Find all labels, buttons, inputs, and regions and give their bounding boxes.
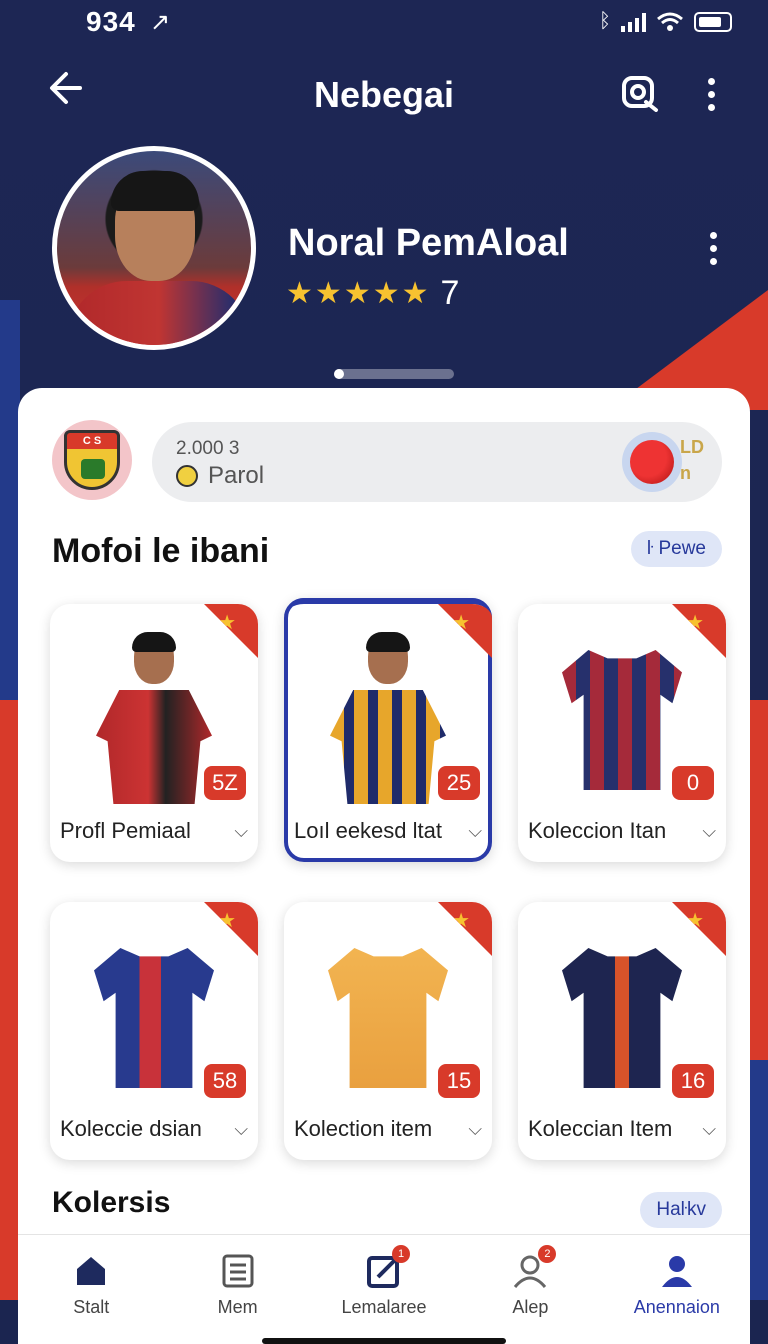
collection-item[interactable]: 15 Kolection item ⌵ <box>284 902 492 1160</box>
battery-icon <box>694 11 732 32</box>
chevron-down-icon[interactable]: ⌵ <box>702 1119 716 1140</box>
nav-item-alep[interactable]: 2 Alep <box>457 1235 603 1344</box>
star-icon: ★ <box>286 277 313 310</box>
section-title: Mofoi le ibani <box>52 532 270 570</box>
bottom-nav: Stalt Mem 1 Lemalaree 2 Alep Anennaion <box>18 1234 750 1344</box>
collection-item[interactable]: 5Z Profl Pemiaal ⌵ <box>50 604 258 862</box>
rating: ★ ★ ★ ★ ★ 7 <box>286 274 459 313</box>
club-logo[interactable]: C S <box>52 420 132 500</box>
jersey-image <box>324 932 452 1102</box>
player-image <box>324 632 452 804</box>
profile-menu-button[interactable] <box>708 232 718 265</box>
chevron-down-icon[interactable]: ⌵ <box>468 821 482 842</box>
star-icon: ★ <box>314 277 342 310</box>
account-icon <box>661 1256 692 1287</box>
more-menu-button[interactable] <box>706 78 716 111</box>
item-badge: 15 <box>438 1064 480 1098</box>
background-stripe <box>748 700 768 1300</box>
collection-item[interactable]: 58 Koleccie dsian ⌵ <box>50 902 258 1160</box>
section-title: Kolersis <box>52 1186 171 1219</box>
search-label: Parol <box>176 462 264 490</box>
player-image <box>90 632 218 804</box>
nav-item-mem[interactable]: Mem <box>164 1235 310 1344</box>
search-label-text: Parol <box>208 462 265 489</box>
search-value: 2.000 3 <box>176 438 240 459</box>
item-label: Koleccie dsian <box>60 1116 202 1141</box>
new-pill-button[interactable]: ŀ Pewe <box>630 531 722 567</box>
home-indicator <box>262 1338 506 1344</box>
nav-item-account[interactable]: Anennaion <box>604 1235 750 1344</box>
item-badge: 58 <box>204 1064 246 1098</box>
wifi-icon <box>657 12 683 31</box>
item-label: Loıl eekesd ltat <box>294 818 442 843</box>
edit-icon: 1 <box>366 1245 411 1289</box>
avatar[interactable] <box>52 146 256 350</box>
notification-badge: 1 <box>392 1245 411 1263</box>
collection-item-selected[interactable]: 25 Loıl eekesd ltat ⌵ <box>284 598 492 862</box>
background-stripe <box>0 300 20 1300</box>
status-icons: ᛒ <box>599 10 732 33</box>
nav-label: Lemalaree <box>341 1297 427 1317</box>
item-label: Koleccian Item <box>528 1116 673 1141</box>
jersey-image <box>558 932 686 1102</box>
jersey-image <box>558 634 686 804</box>
star-icon: ★ <box>372 277 400 310</box>
nav-label: Mem <box>217 1297 258 1317</box>
item-badge: 25 <box>438 766 480 800</box>
notification-badge: 2 <box>538 1245 557 1263</box>
section-pill-button[interactable]: Haŀkv <box>640 1192 722 1228</box>
status-time: 934 <box>86 6 136 37</box>
nav-label: Alep <box>512 1297 549 1317</box>
chevron-down-icon[interactable]: ⌵ <box>234 821 248 842</box>
bluetooth-icon: ᛒ <box>599 10 611 32</box>
collection-item[interactable]: 16 Koleccian Item ⌵ <box>518 902 726 1160</box>
home-icon <box>77 1257 106 1285</box>
star-icon: ★ <box>401 277 429 310</box>
chevron-down-icon[interactable]: ⌵ <box>468 1119 482 1140</box>
signal-icon <box>621 12 646 32</box>
star-icon: ★ <box>343 277 371 310</box>
search-side-text: LD n <box>680 437 704 483</box>
scan-button[interactable] <box>620 72 660 112</box>
item-label: Koleccion Itan <box>528 818 667 843</box>
person-icon: 2 <box>512 1245 557 1289</box>
ladybug-icon[interactable] <box>622 432 682 492</box>
nav-item-lemalaree[interactable]: 1 Lemalaree <box>311 1235 457 1344</box>
app-header: Nebegai <box>0 60 768 130</box>
club-search-field[interactable]: 2.000 3 Parol LD n <box>152 422 722 502</box>
location-icon: ↗ <box>150 9 171 36</box>
item-label: Kolection item <box>294 1116 433 1141</box>
list-icon <box>222 1254 254 1288</box>
item-badge: 5Z <box>204 766 246 800</box>
collection-item[interactable]: 0 Koleccion Itan ⌵ <box>518 604 726 862</box>
item-badge: 16 <box>672 1064 714 1098</box>
rating-value: 7 <box>440 274 460 312</box>
page-indicator <box>334 369 454 379</box>
item-label: Profl Pemiaal <box>60 818 191 843</box>
nav-item-start[interactable]: Stalt <box>18 1235 164 1344</box>
chevron-down-icon[interactable]: ⌵ <box>702 821 716 842</box>
jersey-image <box>90 932 218 1102</box>
nav-label: Anennaion <box>633 1297 720 1317</box>
nav-label: Stalt <box>73 1297 110 1317</box>
player-name: Noral PemAloal <box>288 222 569 264</box>
item-badge: 0 <box>672 766 714 800</box>
chevron-down-icon[interactable]: ⌵ <box>234 1119 248 1140</box>
search-icon <box>622 76 658 112</box>
ball-icon <box>176 465 198 487</box>
status-bar: 934 ↗ ᛒ <box>0 0 768 44</box>
